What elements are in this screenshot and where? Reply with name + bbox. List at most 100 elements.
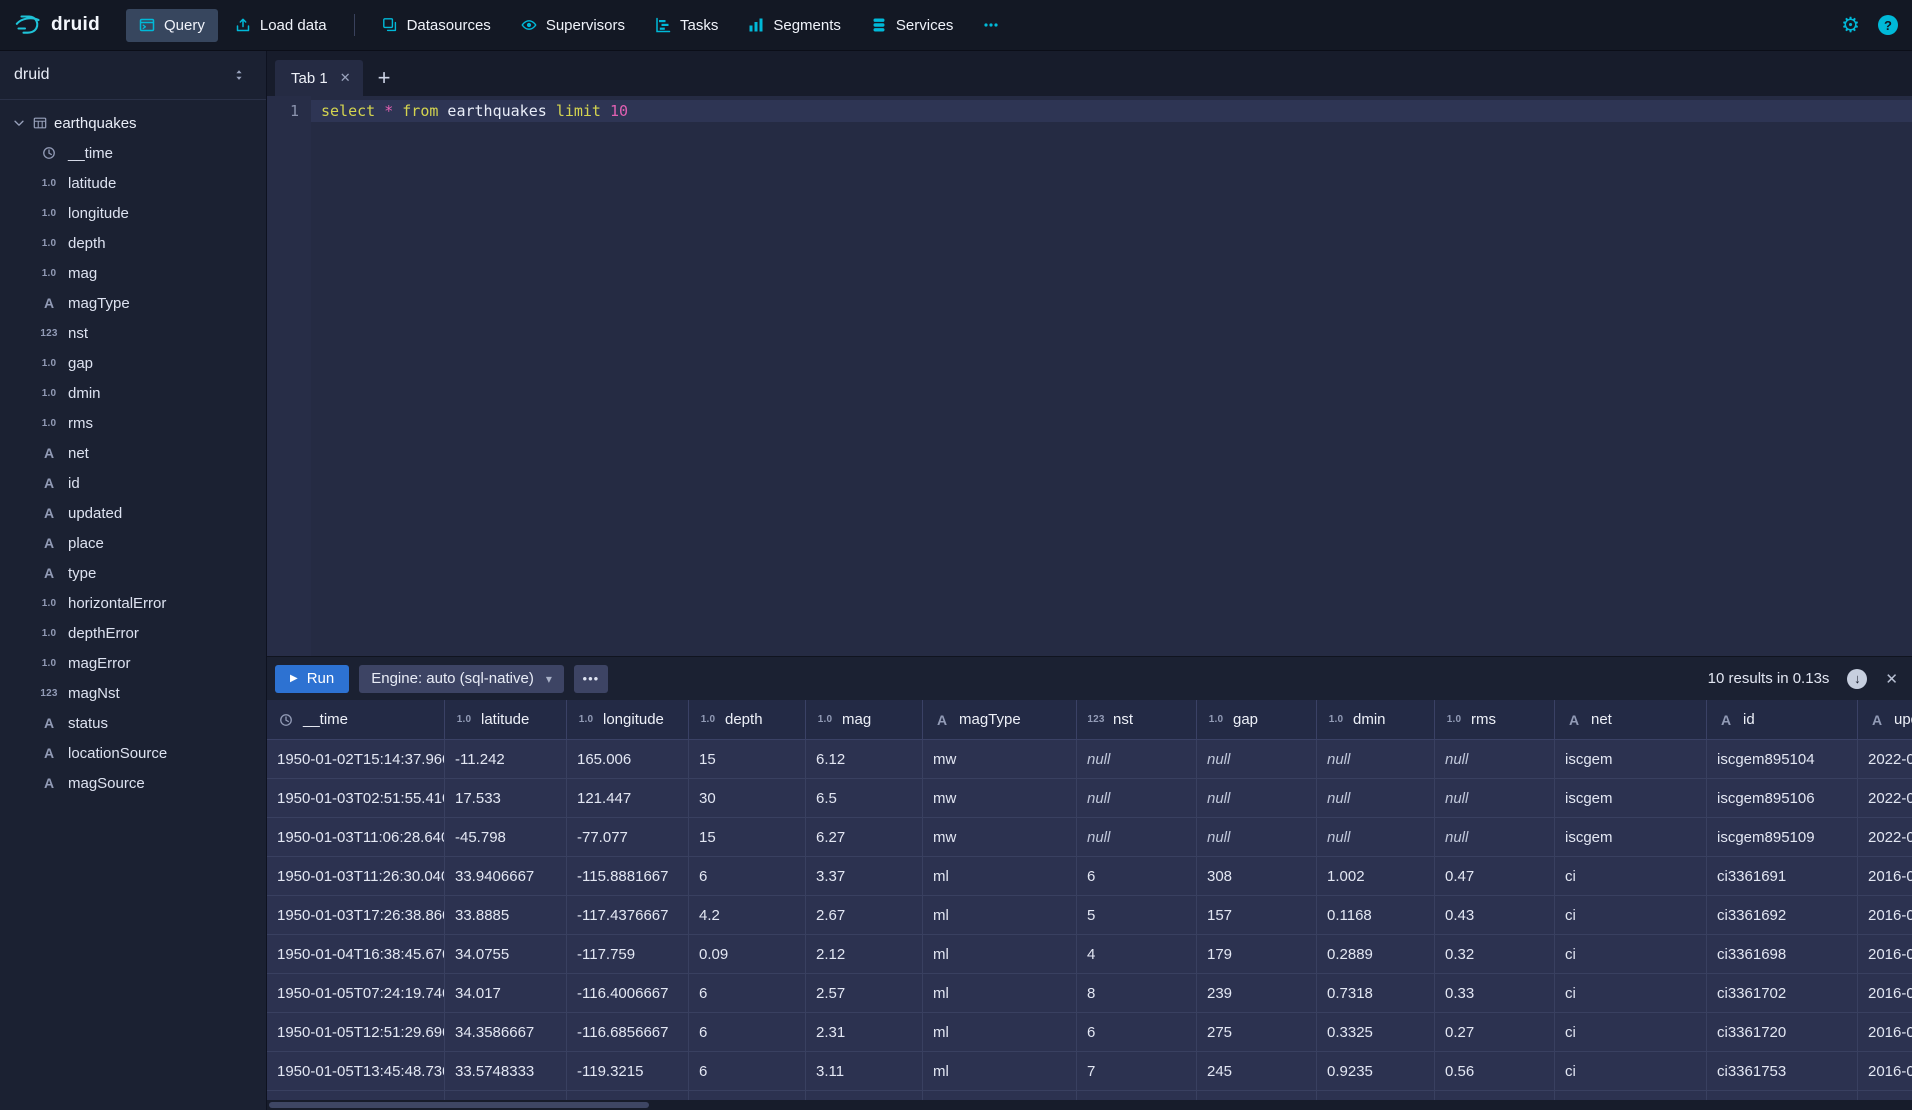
tree-column-magType[interactable]: AmagType	[0, 288, 266, 318]
table-cell[interactable]: ml	[923, 935, 1077, 974]
tree-column-status[interactable]: Astatus	[0, 708, 266, 738]
table-row[interactable]: 1950-01-03T11:26:30.040Z33.9406667-115.8…	[267, 857, 1912, 896]
tree-column-updated[interactable]: Aupdated	[0, 498, 266, 528]
table-cell[interactable]: 0.9235	[1317, 1052, 1435, 1091]
table-cell[interactable]: null	[1435, 818, 1555, 857]
table-cell[interactable]: null	[1435, 740, 1555, 779]
table-cell[interactable]: 15	[689, 740, 806, 779]
table-row[interactable]: 1950-01-04T16:38:45.670Z34.0755-117.7590…	[267, 935, 1912, 974]
tree-column-place[interactable]: Aplace	[0, 528, 266, 558]
table-cell[interactable]: 6	[1077, 857, 1197, 896]
table-cell[interactable]: 0.43	[1435, 896, 1555, 935]
tab-close-icon[interactable]: ✕	[340, 70, 351, 86]
scrollbar-thumb[interactable]	[269, 1102, 649, 1108]
table-cell[interactable]: 2.31	[806, 1013, 923, 1052]
table-cell[interactable]: 1950-01-02T15:14:37.960Z	[267, 740, 445, 779]
tree-column-longitude[interactable]: 1.0longitude	[0, 198, 266, 228]
nav-item-query[interactable]: Query	[126, 9, 218, 42]
tree-column-dmin[interactable]: 1.0dmin	[0, 378, 266, 408]
table-cell[interactable]: ci	[1555, 857, 1707, 896]
table-cell[interactable]: 0.32	[1435, 935, 1555, 974]
table-cell[interactable]: 0.1168	[1317, 896, 1435, 935]
table-cell[interactable]: ci3361753	[1707, 1052, 1858, 1091]
table-cell[interactable]: -77.077	[567, 818, 689, 857]
table-cell[interactable]: 15	[689, 818, 806, 857]
table-cell[interactable]: 0.3325	[1317, 1013, 1435, 1052]
table-cell[interactable]: 6	[689, 1013, 806, 1052]
table-cell[interactable]: iscgem	[1555, 818, 1707, 857]
table-cell[interactable]: -11.242	[445, 740, 567, 779]
table-cell[interactable]: 33.8885	[445, 896, 567, 935]
table-cell[interactable]: iscgem	[1555, 779, 1707, 818]
table-cell[interactable]: 2016-0	[1858, 1052, 1912, 1091]
table-cell[interactable]: 2016-0	[1858, 896, 1912, 935]
table-cell[interactable]: 1950-01-05T12:51:29.690Z	[267, 1013, 445, 1052]
table-row[interactable]: 1950-01-03T17:26:38.860Z33.8885-117.4376…	[267, 896, 1912, 935]
table-cell[interactable]: 2022-0	[1858, 779, 1912, 818]
table-cell[interactable]: ci3361720	[1707, 1013, 1858, 1052]
table-cell[interactable]: 33.9406667	[445, 857, 567, 896]
table-cell[interactable]: 2016-0	[1858, 974, 1912, 1013]
table-cell[interactable]: null	[1077, 740, 1197, 779]
tree-column-__time[interactable]: __time	[0, 138, 266, 168]
column-header-gap[interactable]: 1.0gap	[1197, 700, 1317, 739]
column-header-id[interactable]: Aid	[1707, 700, 1858, 739]
table-cell[interactable]: 308	[1197, 857, 1317, 896]
table-cell[interactable]: 7	[1077, 1052, 1197, 1091]
table-cell[interactable]: iscgem	[1555, 740, 1707, 779]
table-row[interactable]: 1950-01-05T12:51:29.690Z34.3586667-116.6…	[267, 1013, 1912, 1052]
table-cell[interactable]: ci3361692	[1707, 896, 1858, 935]
table-cell[interactable]: 2016-0	[1858, 857, 1912, 896]
table-cell[interactable]: 2016-0	[1858, 1013, 1912, 1052]
table-cell[interactable]: 6	[689, 1052, 806, 1091]
tab-tab1[interactable]: Tab 1 ✕	[275, 60, 363, 96]
table-cell[interactable]: 1950-01-03T02:51:55.410Z	[267, 779, 445, 818]
table-cell[interactable]: ml	[923, 857, 1077, 896]
table-cell[interactable]: -116.4006667	[567, 974, 689, 1013]
table-cell[interactable]: 34.3586667	[445, 1013, 567, 1052]
new-tab-button[interactable]: +	[363, 60, 406, 96]
tree-column-locationSource[interactable]: AlocationSource	[0, 738, 266, 768]
tree-column-rms[interactable]: 1.0rms	[0, 408, 266, 438]
tree-column-mag[interactable]: 1.0mag	[0, 258, 266, 288]
table-cell[interactable]: 6.27	[806, 818, 923, 857]
tree-column-magError[interactable]: 1.0magError	[0, 648, 266, 678]
table-cell[interactable]: 34.017	[445, 974, 567, 1013]
table-cell[interactable]: mw	[923, 740, 1077, 779]
tree-column-net[interactable]: Anet	[0, 438, 266, 468]
nav-item-segments[interactable]: Segments	[735, 9, 854, 42]
table-cell[interactable]: 1950-01-03T11:26:30.040Z	[267, 857, 445, 896]
table-cell[interactable]: 34.0755	[445, 935, 567, 974]
table-cell[interactable]: 6.5	[806, 779, 923, 818]
table-cell[interactable]: -119.3215	[567, 1052, 689, 1091]
nav-item-supervisors[interactable]: Supervisors	[508, 9, 638, 42]
table-cell[interactable]: 0.7318	[1317, 974, 1435, 1013]
column-header-mag[interactable]: 1.0mag	[806, 700, 923, 739]
tree-column-nst[interactable]: 123nst	[0, 318, 266, 348]
table-cell[interactable]: 0.33	[1435, 974, 1555, 1013]
table-cell[interactable]: null	[1197, 740, 1317, 779]
editor-code-area[interactable]: select * from earthquakes limit 10	[311, 96, 1912, 656]
table-cell[interactable]: mw	[923, 779, 1077, 818]
column-header-magType[interactable]: AmagType	[923, 700, 1077, 739]
table-cell[interactable]: null	[1435, 779, 1555, 818]
table-cell[interactable]: 2022-0	[1858, 818, 1912, 857]
column-header-longitude[interactable]: 1.0longitude	[567, 700, 689, 739]
column-header-dmin[interactable]: 1.0dmin	[1317, 700, 1435, 739]
column-header-upd[interactable]: Aupd	[1858, 700, 1912, 739]
table-cell[interactable]: ci	[1555, 1052, 1707, 1091]
table-cell[interactable]: -45.798	[445, 818, 567, 857]
table-cell[interactable]: 0.2889	[1317, 935, 1435, 974]
table-cell[interactable]: 0.27	[1435, 1013, 1555, 1052]
table-cell[interactable]: -116.6856667	[567, 1013, 689, 1052]
table-row[interactable]: 1950-01-02T15:14:37.960Z-11.242165.00615…	[267, 740, 1912, 779]
table-cell[interactable]: ci3361698	[1707, 935, 1858, 974]
tree-column-latitude[interactable]: 1.0latitude	[0, 168, 266, 198]
run-button[interactable]: ▶ Run	[275, 665, 349, 693]
tree-column-type[interactable]: Atype	[0, 558, 266, 588]
table-cell[interactable]: ml	[923, 1013, 1077, 1052]
tree-datasource-earthquakes[interactable]: earthquakes	[0, 108, 266, 138]
double-caret-sort-icon[interactable]	[232, 68, 246, 82]
table-cell[interactable]: iscgem895109	[1707, 818, 1858, 857]
chevron-down-icon[interactable]	[12, 116, 26, 130]
